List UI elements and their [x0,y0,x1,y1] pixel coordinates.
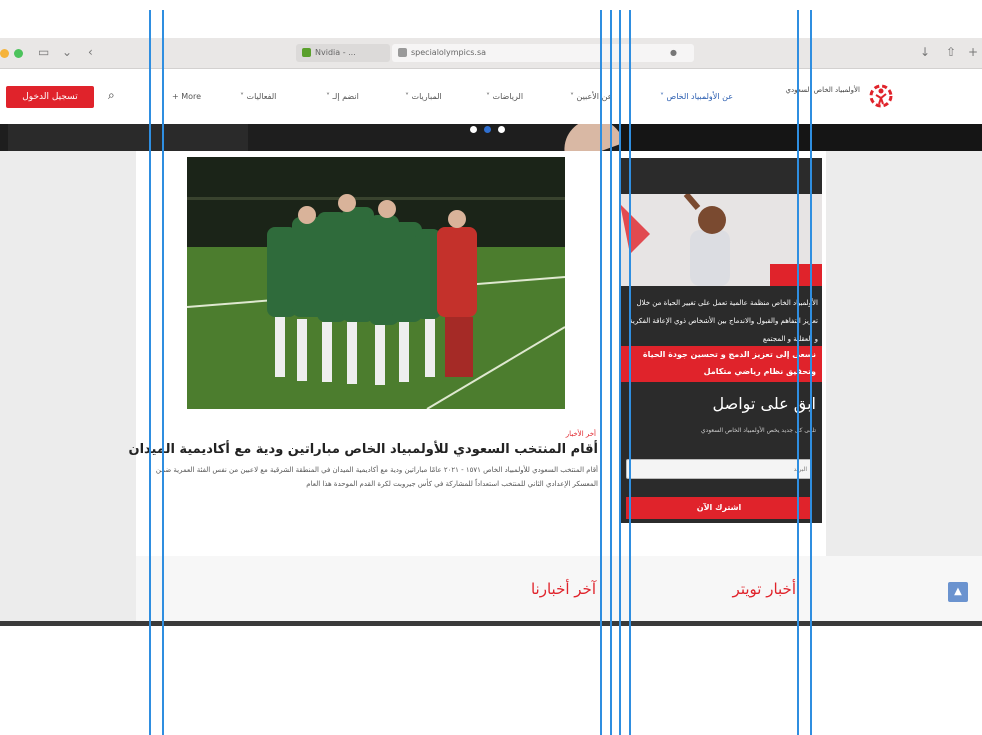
page-bottom-edge [0,621,982,626]
latest-news-heading[interactable]: آخر أخبارنا [500,580,596,598]
guide-line [162,10,164,735]
tab-favicon-icon [398,48,407,57]
guide-line [619,10,621,735]
sidebar-panel: الأولمبياد الخاص منظمة عالمية تعمل على ت… [620,158,822,523]
minimize-window-button[interactable] [0,49,9,58]
nav-item-about[interactable]: عن الأولمبياد الخاص ˅ [660,92,733,101]
search-icon[interactable]: ⌕ [108,88,115,103]
maximize-window-button[interactable] [14,49,23,58]
article-category[interactable]: أخر الأخبار [560,430,596,438]
nav-item-matches[interactable]: المباريات ˅ [405,92,442,101]
subscribe-description: تلقى كل جديد يخص الأولمبياد الخاص السعود… [700,427,816,434]
slider-dot-1[interactable] [470,126,477,133]
article-image[interactable] [187,157,565,409]
nav-item-sports[interactable]: الرياضات ˅ [486,92,523,101]
hero-image-left [8,124,248,151]
scroll-to-top-button[interactable]: ▲ [948,582,968,602]
guide-line [810,10,812,735]
hero-slider [0,124,982,151]
chevron-down-icon[interactable]: ⌄ [62,45,72,59]
email-input[interactable] [626,459,812,479]
twitter-news-heading[interactable]: أخبار تويتر [690,580,796,598]
share-icon[interactable]: ⇧ [946,45,956,59]
site-header: تسجيل الدخول ⌕ More + الفعاليات ˅ انضم إ… [0,69,982,124]
back-arrow-icon[interactable]: ‹ [88,45,93,59]
sidebar-toggle-icon[interactable]: ▭ [38,45,49,59]
sidebar-banner: نسعى إلى تعزيز الدمج و تحسين جودة الحياة… [620,346,822,382]
download-icon[interactable]: ↓ [920,45,930,59]
guide-line [149,10,151,735]
tab-favicon-icon [302,48,311,57]
nav-item-players[interactable]: عن الأعبين ˅ [570,92,612,101]
nav-item-join[interactable]: انضم إلـ ˅ [326,92,359,101]
guide-line [629,10,631,735]
browser-tab-nvidia[interactable]: Nvidia - ... [296,44,390,62]
guide-line [610,10,612,735]
guide-line [600,10,602,735]
article-excerpt: أقام المنتخب السعودي للأولمبياد الخاص ١٥… [155,466,598,488]
slider-dot-2[interactable] [484,126,491,133]
subscribe-title: ابق على تواصل [712,394,816,413]
slider-dot-3[interactable] [498,126,505,133]
hero-image-right [620,124,982,151]
nav-item-events[interactable]: الفعاليات ˅ [240,92,276,101]
browser-toolbar: ▭ ⌄ ‹ Nvidia - ... specialolympics.sa ● … [0,38,982,69]
hero-image-detail [555,124,625,151]
article-title[interactable]: أقام المنتخب السعودي للأولمبياد الخاص مب… [128,442,598,457]
guide-line [797,10,799,735]
logo-text: الأولمبياد الخاص السعودي [785,86,860,94]
login-button[interactable]: تسجيل الدخول [6,86,94,108]
special-olympics-logo-icon[interactable] [868,83,894,109]
subscribe-button[interactable]: اشترك الآن [626,497,812,519]
sidebar-child-photo [620,194,822,286]
sidebar-intro-text: الأولمبياد الخاص منظمة عالمية تعمل على ت… [629,299,818,343]
nav-item-more[interactable]: More + [172,92,201,101]
new-tab-plus-icon[interactable]: + [968,45,978,59]
browser-tab-specialolympics[interactable]: specialolympics.sa ● [392,44,694,62]
tab-status-dot-icon: ● [670,48,677,57]
